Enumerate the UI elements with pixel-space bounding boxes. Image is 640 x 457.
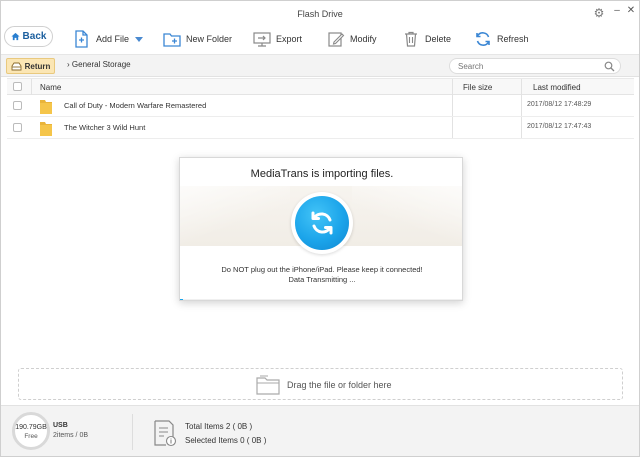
dialog-banner-highlight	[180, 186, 290, 246]
settings-gear-icon[interactable]: ⚙	[592, 6, 606, 20]
free-space-value: 190.79GB	[15, 424, 47, 431]
import-progress-dialog: MediaTrans is importing files. Do NOT pl…	[179, 157, 463, 301]
column-header-size[interactable]: File size	[463, 83, 492, 92]
back-label: Back	[22, 31, 47, 42]
search-input[interactable]	[458, 61, 598, 72]
add-file-label: Add File	[96, 34, 130, 44]
add-file-icon	[75, 30, 88, 48]
delete-button[interactable]: Delete	[402, 28, 451, 50]
device-label: USB	[53, 422, 68, 429]
search-box[interactable]	[449, 58, 621, 74]
dialog-status: Data Transmitting ...	[288, 275, 356, 284]
add-file-button[interactable]: Add File	[73, 28, 144, 50]
column-divider	[521, 79, 522, 95]
title-bar: Flash Drive ⚙ – ✕	[1, 1, 639, 25]
column-divider	[521, 117, 522, 138]
close-button[interactable]: ✕	[625, 5, 637, 17]
column-divider	[452, 95, 453, 116]
back-button[interactable]: Back	[4, 26, 53, 47]
folder-icon	[40, 122, 52, 136]
refresh-icon	[476, 32, 490, 46]
free-space-label: Free	[24, 433, 38, 440]
total-items: Total Items 2 ( 0B )	[185, 422, 253, 431]
delete-label: Delete	[425, 34, 452, 44]
refresh-button[interactable]: Refresh	[474, 28, 529, 50]
drop-zone-label: Drag the file or folder here	[287, 380, 392, 390]
device-items: 2items / 0B	[53, 432, 89, 439]
table-header: Name File size Last modified	[7, 78, 634, 95]
sync-icon	[295, 196, 349, 250]
footer-divider	[132, 414, 133, 450]
sync-icon-ring	[291, 192, 353, 254]
return-label: Return	[24, 61, 51, 71]
new-folder-label: New Folder	[186, 34, 233, 44]
column-divider	[452, 117, 453, 138]
status-footer: 190.79GB Free USB 2items / 0B Total Item…	[1, 405, 639, 456]
breadcrumb[interactable]: › General Storage	[67, 60, 131, 69]
modify-button[interactable]: Modify	[327, 28, 377, 50]
sync-arrows-icon	[311, 211, 333, 235]
home-icon	[10, 32, 20, 41]
modify-label: Modify	[350, 34, 377, 44]
toolbar: Back Add File New Folder Export Modify D…	[1, 25, 639, 55]
navigation-bar: Return › General Storage	[1, 55, 639, 77]
drop-zone[interactable]: Drag the file or folder here	[18, 368, 623, 400]
chevron-down-icon[interactable]	[135, 36, 144, 42]
minimize-button[interactable]: –	[611, 5, 623, 17]
table-row[interactable]: The Witcher 3 Wild Hunt 2017/08/12 17:47…	[7, 117, 634, 139]
table-row[interactable]: Call of Duty - Modern Warfare Remastered…	[7, 95, 634, 117]
progress-bar-fill	[180, 299, 183, 300]
folder-outline-icon	[256, 375, 280, 395]
column-divider	[521, 95, 522, 116]
folder-icon	[40, 100, 52, 114]
document-info-icon	[154, 420, 177, 447]
trash-icon	[405, 31, 417, 47]
window-title: Flash Drive	[297, 9, 343, 19]
file-modified-date: 2017/08/12 17:47:43	[527, 123, 592, 130]
row-checkbox[interactable]	[13, 123, 22, 132]
search-icon[interactable]	[604, 61, 615, 72]
edit-icon	[328, 32, 345, 47]
breadcrumb-general-storage[interactable]: General Storage	[72, 60, 131, 69]
return-button[interactable]: Return	[6, 58, 55, 74]
file-modified-date: 2017/08/12 17:48:29	[527, 101, 592, 108]
select-all-checkbox[interactable]	[13, 82, 22, 91]
row-checkbox[interactable]	[13, 101, 22, 110]
export-label: Export	[276, 34, 303, 44]
dialog-title: MediaTrans is importing files.	[250, 168, 394, 180]
dialog-banner-highlight	[352, 186, 462, 246]
column-divider	[31, 79, 32, 95]
column-divider	[452, 79, 453, 95]
refresh-label: Refresh	[497, 34, 529, 44]
column-header-modified[interactable]: Last modified	[533, 83, 581, 92]
new-folder-icon	[163, 33, 181, 47]
app-window: Flash Drive ⚙ – ✕ Back Add File New Fold…	[0, 0, 640, 457]
file-name: Call of Duty - Modern Warfare Remastered	[64, 101, 207, 110]
dialog-message: Do NOT plug out the iPhone/iPad. Please …	[221, 265, 423, 274]
selected-items: Selected Items 0 ( 0B )	[185, 436, 267, 445]
storage-gauge: 190.79GB Free	[12, 412, 50, 450]
file-name: The Witcher 3 Wild Hunt	[64, 123, 146, 132]
column-header-name[interactable]: Name	[40, 83, 61, 92]
progress-bar	[180, 299, 462, 300]
export-button[interactable]: Export	[253, 28, 302, 50]
new-folder-button[interactable]: New Folder	[163, 28, 232, 50]
drive-icon	[11, 62, 22, 70]
export-icon	[253, 32, 271, 47]
